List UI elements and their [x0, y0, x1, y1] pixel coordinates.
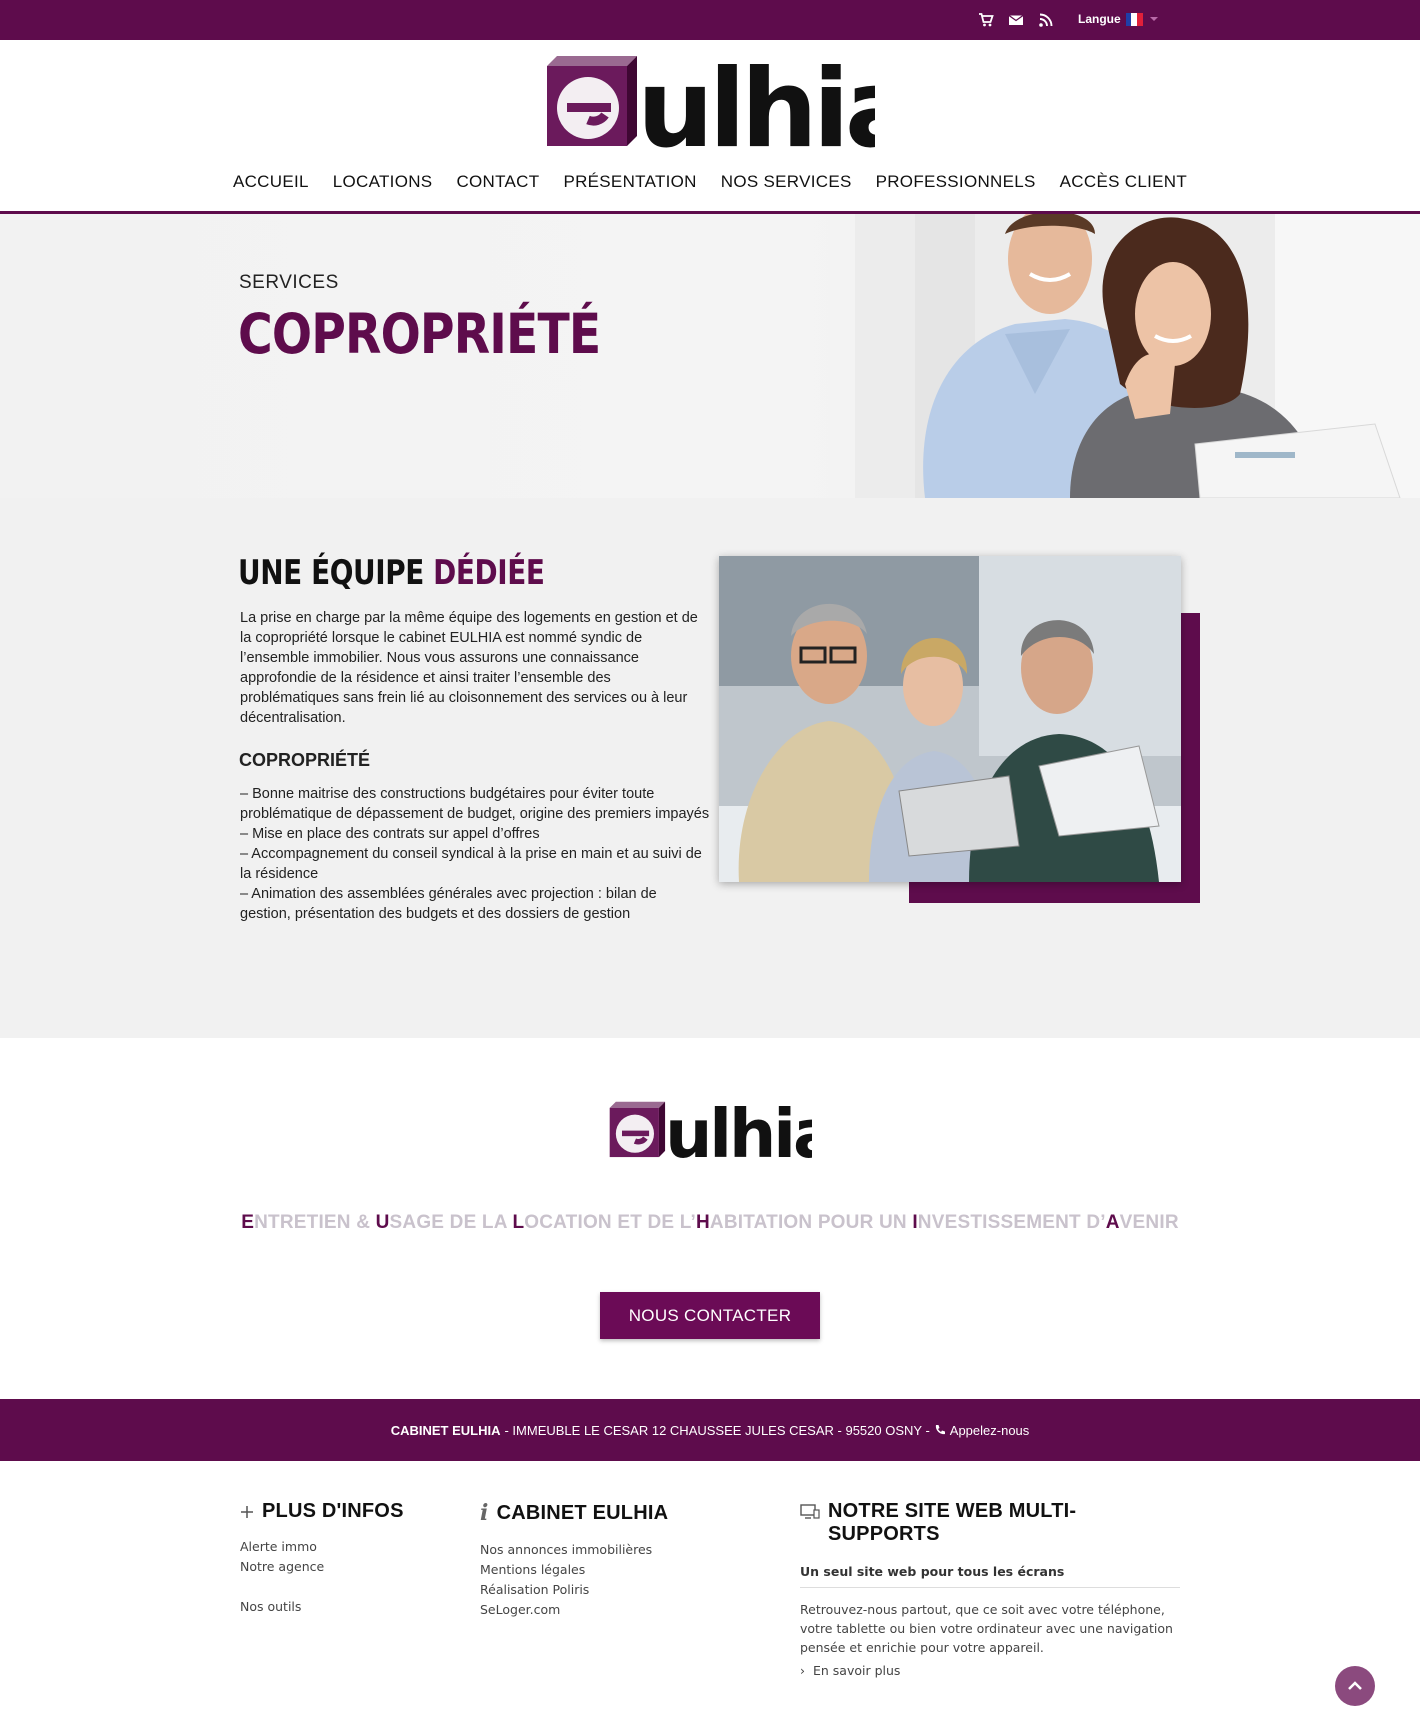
main-nav: ACCUEIL LOCATIONS CONTACT PRÉSENTATION N…	[0, 172, 1420, 192]
call-link[interactable]: Appelez-nous	[950, 1423, 1030, 1438]
plus-icon	[241, 1505, 253, 1518]
team-photo	[719, 556, 1181, 882]
multisupport-subtitle: Un seul site web pour tous les écrans	[800, 1564, 1180, 1588]
nav-item-contact[interactable]: CONTACT	[444, 172, 551, 192]
intro-paragraph: La prise en charge par la même équipe de…	[240, 610, 698, 726]
list-item: – Mise en place des contrats sur appel d…	[240, 826, 540, 842]
footer-links: Nos annonces immobilières Mentions légal…	[480, 1540, 668, 1620]
nav-item-nos-services[interactable]: NOS SERVICES	[709, 172, 864, 192]
footer-col-title: PLUS D'INFOS	[262, 1500, 404, 1522]
scroll-to-top-button[interactable]	[1335, 1666, 1375, 1706]
footer-col-cabinet-heading: i CABINET EULHIA	[480, 1500, 668, 1526]
list-item: – Bonne maitrise des constructions budgé…	[240, 786, 710, 822]
page-title: COPROPRIÉTÉ	[238, 302, 601, 366]
footer-link-notre-agence[interactable]: Notre agence	[240, 1557, 404, 1577]
nav-item-acces-client[interactable]: ACCÈS CLIENT	[1048, 172, 1199, 192]
company-address: - IMMEUBLE LE CESAR 12 CHAUSSEE JULES CE…	[504, 1422, 930, 1438]
section-heading-main: UNE ÉQUIPE	[238, 553, 424, 593]
acronym-rest: ABITATION POUR UN	[709, 1212, 913, 1233]
chevron-up-icon	[1348, 1681, 1362, 1690]
footer-spacer	[240, 1577, 404, 1597]
list-item: – Accompagnement du conseil syndical à l…	[240, 846, 702, 882]
nav-item-presentation[interactable]: PRÉSENTATION	[551, 172, 708, 192]
contact-button[interactable]: NOUS CONTACTER	[600, 1292, 820, 1339]
devices-icon	[800, 1504, 820, 1519]
footer-link-seloger[interactable]: SeLoger.com	[480, 1600, 668, 1620]
footer-col-cabinet: i CABINET EULHIA Nos annonces immobilièr…	[480, 1500, 668, 1620]
section-heading: UNE ÉQUIPE DÉDIÉE	[238, 553, 545, 593]
footer-col-multisupport-heading: NOTRE SITE WEB MULTI-SUPPORTS	[800, 1500, 1180, 1546]
phone-icon	[935, 1425, 945, 1435]
acronym-rest: NTRETIEN &	[254, 1212, 376, 1233]
company-name: CABINET EULHIA	[390, 1422, 501, 1438]
footer-link-nos-outils[interactable]: Nos outils	[240, 1597, 404, 1617]
acronym-letter: L	[512, 1212, 525, 1233]
top-icons	[978, 12, 1054, 28]
acronym-letter: E	[241, 1212, 255, 1233]
cart-icon[interactable]	[978, 12, 994, 28]
acronym-rest: VENIR	[1119, 1212, 1179, 1233]
chevron-right-icon: ›	[800, 1663, 805, 1678]
acronym-letter: A	[1105, 1212, 1120, 1233]
footer-link-mentions[interactable]: Mentions légales	[480, 1560, 668, 1580]
address-bar: CABINET EULHIA - IMMEUBLE LE CESAR 12 CH…	[0, 1399, 1420, 1461]
hero-banner: SERVICES COPROPRIÉTÉ	[0, 214, 1420, 498]
acronym-rest: SAGE DE LA	[389, 1212, 513, 1233]
footer-col-infos: PLUS D'INFOS Alerte immo Notre agence No…	[240, 1500, 404, 1617]
nav-item-accueil[interactable]: ACCUEIL	[221, 172, 321, 192]
learn-more-label: En savoir plus	[813, 1663, 901, 1678]
footer-link-poliris[interactable]: Réalisation Poliris	[480, 1580, 668, 1600]
footer-col-infos-heading: PLUS D'INFOS	[240, 1500, 404, 1523]
language-selector[interactable]: Langue	[1078, 12, 1158, 26]
top-bar: Langue	[0, 0, 1420, 40]
service-list: – Bonne maitrise des constructions budgé…	[240, 784, 710, 924]
footer-col-title: CABINET EULHIA	[496, 1501, 669, 1524]
rss-icon[interactable]	[1038, 12, 1054, 28]
footer-logo[interactable]: ulhia	[608, 1098, 812, 1162]
svg-text:ulhia: ulhia	[637, 50, 875, 154]
site-logo[interactable]: ulhia	[545, 50, 875, 154]
footer-link-annonces[interactable]: Nos annonces immobilières	[480, 1540, 668, 1560]
mail-icon[interactable]	[1008, 12, 1024, 28]
multisupport-description: Retrouvez-nous partout, que ce soit avec…	[800, 1602, 1173, 1655]
hero-photo	[855, 214, 1420, 498]
svg-text:ulhia: ulhia	[665, 1098, 812, 1162]
brand-acronym-tagline: ENTRETIEN & USAGE DE LA LOCATION ET DE L…	[0, 1212, 1420, 1234]
acronym-letter: H	[696, 1212, 710, 1233]
section-heading-accent: DÉDIÉE	[433, 553, 545, 593]
main-content: UNE ÉQUIPE DÉDIÉE La prise en charge par…	[0, 498, 1420, 1038]
footer-col-multisupport: NOTRE SITE WEB MULTI-SUPPORTS Un seul si…	[800, 1500, 1180, 1678]
chevron-down-icon	[1149, 17, 1158, 21]
french-flag-icon	[1125, 12, 1143, 26]
nav-item-locations[interactable]: LOCATIONS	[321, 172, 445, 192]
list-item: – Animation des assemblées générales ave…	[240, 886, 657, 922]
hero-kicker: SERVICES	[239, 272, 339, 293]
nav-item-professionnels[interactable]: PROFESSIONNELS	[864, 172, 1048, 192]
subheading: COPROPRIÉTÉ	[239, 750, 371, 770]
footer-link-alerte-immo[interactable]: Alerte immo	[240, 1537, 404, 1557]
acronym-rest: OCATION ET DE L’	[524, 1212, 696, 1233]
acronym-rest: NVESTISSEMENT D’	[917, 1212, 1106, 1233]
acronym-letter: U	[375, 1212, 390, 1233]
language-label: Langue	[1078, 12, 1121, 26]
footer-col-title: NOTRE SITE WEB MULTI-SUPPORTS	[828, 1500, 1077, 1545]
info-icon: i	[480, 1500, 489, 1526]
learn-more-link[interactable]: › En savoir plus	[800, 1663, 1180, 1678]
footer-links: Alerte immo Notre agence Nos outils	[240, 1537, 404, 1617]
